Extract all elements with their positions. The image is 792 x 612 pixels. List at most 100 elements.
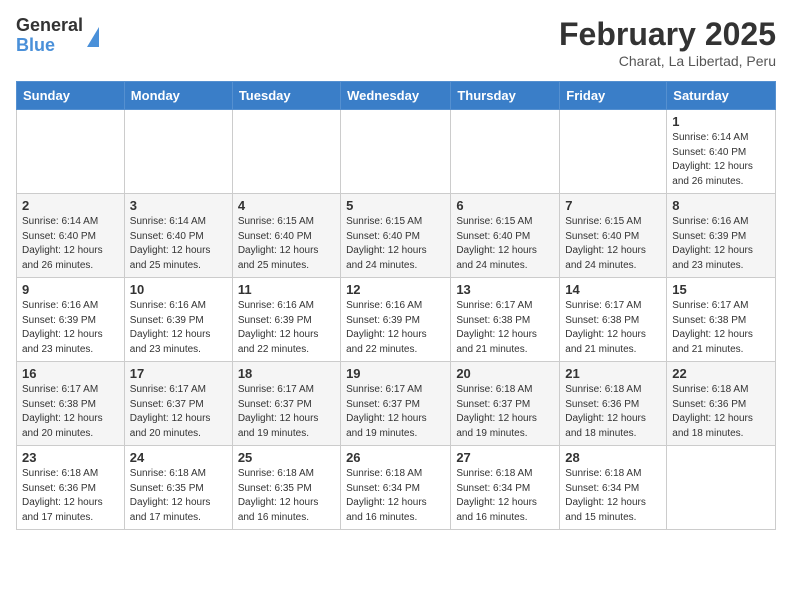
day-info: Sunrise: 6:15 AM Sunset: 6:40 PM Dayligh… (346, 215, 445, 273)
day-info: Sunrise: 6:16 AM Sunset: 6:39 PM Dayligh… (238, 299, 335, 357)
day-info: Sunrise: 6:18 AM Sunset: 6:36 PM Dayligh… (565, 383, 661, 441)
day-info: Sunrise: 6:15 AM Sunset: 6:40 PM Dayligh… (238, 215, 335, 273)
day-number: 21 (565, 366, 661, 381)
calendar-cell: 17 Sunrise: 6:17 AM Sunset: 6:37 PM Dayli… (124, 362, 232, 446)
day-number: 11 (238, 282, 335, 297)
calendar-cell: 8Sunrise: 6:16 AM Sunset: 6:39 PM Daylig… (667, 194, 776, 278)
day-number: 22 (672, 366, 770, 381)
day-info: Sunrise: 6:17 AM Sunset: 6:38 PM Dayligh… (565, 299, 661, 357)
day-info: Sunrise: 6:17 AM Sunset: 6:38 PM Dayligh… (672, 299, 770, 357)
day-number: 28 (565, 450, 661, 465)
calendar-cell: 23 Sunrise: 6:18 AM Sunset: 6:36 PM Dayli… (17, 446, 125, 530)
day-info: Sunrise: 6:16 AM Sunset: 6:39 PM Dayligh… (672, 215, 770, 273)
calendar-cell: 13 Sunrise: 6:17 AM Sunset: 6:38 PM Dayli… (451, 278, 560, 362)
day-info: Sunrise: 6:17 AM Sunset: 6:37 PM Dayligh… (130, 383, 227, 441)
calendar-cell: 18 Sunrise: 6:17 AM Sunset: 6:37 PM Dayli… (232, 362, 340, 446)
logo-blue: Blue (16, 36, 83, 56)
calendar-cell: 7 Sunrise: 6:15 AM Sunset: 6:40 PM Daylig… (560, 194, 667, 278)
calendar-cell: 11 Sunrise: 6:16 AM Sunset: 6:39 PM Dayli… (232, 278, 340, 362)
day-number: 13 (456, 282, 554, 297)
logo-text: General Blue (16, 16, 83, 56)
day-info: Sunrise: 6:15 AM Sunset: 6:40 PM Dayligh… (565, 215, 661, 273)
calendar-table: SundayMondayTuesdayWednesdayThursdayFrid… (16, 81, 776, 530)
day-number: 4 (238, 198, 335, 213)
day-info: Sunrise: 6:14 AM Sunset: 6:40 PM Dayligh… (22, 215, 119, 273)
day-info: Sunrise: 6:18 AM Sunset: 6:36 PM Dayligh… (672, 383, 770, 441)
day-number: 18 (238, 366, 335, 381)
day-number: 9 (22, 282, 119, 297)
calendar-cell: 25 Sunrise: 6:18 AM Sunset: 6:35 PM Dayli… (232, 446, 340, 530)
calendar-body: 1 Sunrise: 6:14 AM Sunset: 6:40 PM Daylig… (17, 110, 776, 530)
day-info: Sunrise: 6:18 AM Sunset: 6:36 PM Dayligh… (22, 467, 119, 525)
day-info: Sunrise: 6:17 AM Sunset: 6:38 PM Dayligh… (22, 383, 119, 441)
calendar-cell (124, 110, 232, 194)
logo-triangle-icon (87, 27, 99, 47)
calendar-cell: 21 Sunrise: 6:18 AM Sunset: 6:36 PM Dayli… (560, 362, 667, 446)
day-info: Sunrise: 6:18 AM Sunset: 6:35 PM Dayligh… (238, 467, 335, 525)
day-info: Sunrise: 6:14 AM Sunset: 6:40 PM Dayligh… (672, 131, 770, 189)
day-number: 24 (130, 450, 227, 465)
calendar-cell: 9 Sunrise: 6:16 AM Sunset: 6:39 PM Daylig… (17, 278, 125, 362)
calendar-cell (232, 110, 340, 194)
calendar-cell: 27Sunrise: 6:18 AM Sunset: 6:34 PM Dayli… (451, 446, 560, 530)
calendar-cell: 28Sunrise: 6:18 AM Sunset: 6:34 PM Dayli… (560, 446, 667, 530)
day-number: 16 (22, 366, 119, 381)
week-row-4: 16 Sunrise: 6:17 AM Sunset: 6:38 PM Dayli… (17, 362, 776, 446)
calendar-cell (17, 110, 125, 194)
calendar-cell: 24 Sunrise: 6:18 AM Sunset: 6:35 PM Dayli… (124, 446, 232, 530)
calendar-cell: 3Sunrise: 6:14 AM Sunset: 6:40 PM Daylig… (124, 194, 232, 278)
day-info: Sunrise: 6:17 AM Sunset: 6:37 PM Dayligh… (346, 383, 445, 441)
day-number: 6 (456, 198, 554, 213)
weekday-header-friday: Friday (560, 82, 667, 110)
weekday-header-wednesday: Wednesday (341, 82, 451, 110)
calendar-cell: 15 Sunrise: 6:17 AM Sunset: 6:38 PM Dayli… (667, 278, 776, 362)
day-number: 3 (130, 198, 227, 213)
day-info: Sunrise: 6:17 AM Sunset: 6:38 PM Dayligh… (456, 299, 554, 357)
day-number: 17 (130, 366, 227, 381)
calendar-cell: 5 Sunrise: 6:15 AM Sunset: 6:40 PM Daylig… (341, 194, 451, 278)
day-number: 14 (565, 282, 661, 297)
location-subtitle: Charat, La Libertad, Peru (559, 53, 776, 69)
day-number: 19 (346, 366, 445, 381)
logo-general: General (16, 16, 83, 36)
day-info: Sunrise: 6:18 AM Sunset: 6:35 PM Dayligh… (130, 467, 227, 525)
calendar-cell: 2 Sunrise: 6:14 AM Sunset: 6:40 PM Daylig… (17, 194, 125, 278)
calendar-cell: 6Sunrise: 6:15 AM Sunset: 6:40 PM Daylig… (451, 194, 560, 278)
weekday-header-tuesday: Tuesday (232, 82, 340, 110)
calendar-cell: 12 Sunrise: 6:16 AM Sunset: 6:39 PM Dayli… (341, 278, 451, 362)
week-row-2: 2 Sunrise: 6:14 AM Sunset: 6:40 PM Daylig… (17, 194, 776, 278)
calendar-cell: 20Sunrise: 6:18 AM Sunset: 6:37 PM Dayli… (451, 362, 560, 446)
day-number: 5 (346, 198, 445, 213)
calendar-cell: 16 Sunrise: 6:17 AM Sunset: 6:38 PM Dayli… (17, 362, 125, 446)
day-info: Sunrise: 6:17 AM Sunset: 6:37 PM Dayligh… (238, 383, 335, 441)
day-number: 7 (565, 198, 661, 213)
day-number: 23 (22, 450, 119, 465)
day-number: 25 (238, 450, 335, 465)
weekday-row: SundayMondayTuesdayWednesdayThursdayFrid… (17, 82, 776, 110)
day-number: 2 (22, 198, 119, 213)
day-info: Sunrise: 6:16 AM Sunset: 6:39 PM Dayligh… (22, 299, 119, 357)
calendar-cell: 26Sunrise: 6:18 AM Sunset: 6:34 PM Dayli… (341, 446, 451, 530)
page-header: General Blue February 2025 Charat, La Li… (16, 16, 776, 69)
calendar-cell: 19 Sunrise: 6:17 AM Sunset: 6:37 PM Dayli… (341, 362, 451, 446)
day-number: 12 (346, 282, 445, 297)
day-number: 15 (672, 282, 770, 297)
calendar-cell (341, 110, 451, 194)
week-row-1: 1 Sunrise: 6:14 AM Sunset: 6:40 PM Daylig… (17, 110, 776, 194)
title-block: February 2025 Charat, La Libertad, Peru (559, 16, 776, 69)
day-number: 1 (672, 114, 770, 129)
calendar-cell (451, 110, 560, 194)
day-info: Sunrise: 6:16 AM Sunset: 6:39 PM Dayligh… (130, 299, 227, 357)
week-row-3: 9 Sunrise: 6:16 AM Sunset: 6:39 PM Daylig… (17, 278, 776, 362)
calendar-cell: 22 Sunrise: 6:18 AM Sunset: 6:36 PM Dayli… (667, 362, 776, 446)
calendar-cell (560, 110, 667, 194)
calendar-cell: 1 Sunrise: 6:14 AM Sunset: 6:40 PM Daylig… (667, 110, 776, 194)
day-info: Sunrise: 6:16 AM Sunset: 6:39 PM Dayligh… (346, 299, 445, 357)
calendar-header: SundayMondayTuesdayWednesdayThursdayFrid… (17, 82, 776, 110)
day-info: Sunrise: 6:18 AM Sunset: 6:34 PM Dayligh… (456, 467, 554, 525)
day-number: 26 (346, 450, 445, 465)
calendar-cell: 4 Sunrise: 6:15 AM Sunset: 6:40 PM Daylig… (232, 194, 340, 278)
logo: General Blue (16, 16, 99, 56)
calendar-cell: 14 Sunrise: 6:17 AM Sunset: 6:38 PM Dayli… (560, 278, 667, 362)
month-title: February 2025 (559, 16, 776, 53)
